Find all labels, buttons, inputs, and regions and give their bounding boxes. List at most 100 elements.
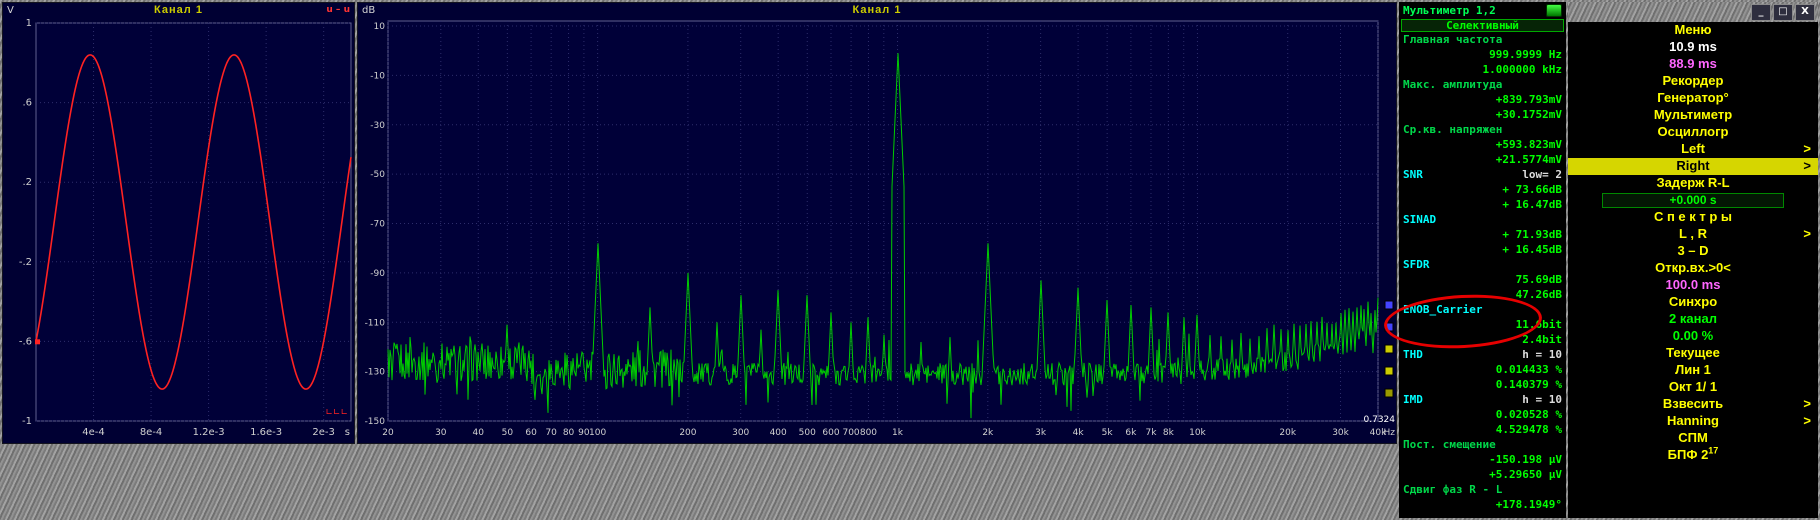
menu-item-16[interactable]: Синхро (1568, 294, 1818, 311)
measurement-row: SINAD (1403, 213, 1437, 226)
svg-text:500: 500 (799, 428, 816, 438)
svg-text:-.2: -.2 (19, 257, 32, 268)
svg-text:-1: -1 (22, 416, 32, 427)
menu-item-15[interactable]: 100.0 ms (1568, 277, 1818, 294)
svg-text:-130: -130 (365, 368, 386, 378)
menu-item-21[interactable]: Окт 1/ 1 (1568, 379, 1818, 396)
menu-item-10[interactable]: +0.000 s (1602, 193, 1784, 208)
svg-text:30: 30 (435, 428, 447, 438)
menu-item-label: 10.9 ms (1669, 39, 1717, 54)
menu-item-2[interactable]: 88.9 ms (1568, 56, 1818, 73)
legend-marker-swatch[interactable] (1384, 300, 1394, 310)
menu-item-label: Задерж R-L (1656, 175, 1730, 190)
menu-item-14[interactable]: Откр.вх.>0< (1568, 260, 1818, 277)
menu-item-8[interactable]: Right > (1568, 158, 1818, 175)
menu-item-label: 0.00 % (1672, 328, 1714, 343)
svg-text:600: 600 (822, 428, 839, 438)
measurement-row: Ср.кв. напряжен (1403, 123, 1503, 136)
measurement-row: SFDR (1403, 258, 1430, 271)
spectrum-plot[interactable]: 10 -10 -30 -50 -70 -90 -110 -130 -15020 30 40 50 60 7… (358, 17, 1396, 443)
svg-text:6k: 6k (1125, 428, 1137, 438)
svg-text:.6: .6 (22, 98, 32, 109)
svg-text:2k: 2k (982, 428, 994, 438)
measurement-label: SNR (1403, 168, 1423, 181)
svg-text:-150: -150 (365, 417, 386, 427)
menu-item-label: 88.9 ms (1669, 56, 1717, 71)
svg-text:2e-3: 2e-3 (312, 427, 335, 438)
measurement-row: THD h = 10 (1399, 348, 1566, 363)
measurement-sublabel: low= 2 (1522, 168, 1562, 181)
menu-item-label: 3 – D (1677, 243, 1709, 258)
menu-item-7[interactable]: Left > (1568, 141, 1818, 158)
svg-text:100: 100 (589, 428, 606, 438)
app-icon (1546, 4, 1562, 17)
measurement-row: 11.6bit (1515, 318, 1562, 331)
multimeter-header[interactable]: Мультиметр 1,2 (1399, 3, 1566, 18)
menu-item-23[interactable]: Hanning > (1568, 413, 1818, 430)
menu-item-25[interactable]: БПФ 217 (1568, 445, 1818, 464)
svg-text:4e-4: 4e-4 (82, 427, 105, 438)
menu-item-22[interactable]: Взвесить > (1568, 396, 1818, 413)
menu-item-label: БПФ 217 (1667, 445, 1719, 462)
menu-titlebar: _ □ X (1568, 2, 1818, 22)
legend-marker-swatch[interactable] (1384, 344, 1394, 354)
minimize-button[interactable]: _ (1751, 3, 1771, 21)
measurement-row: +30.1752mV (1495, 108, 1562, 121)
close-button[interactable]: X (1795, 3, 1815, 21)
menu-item-5[interactable]: Мультиметр (1568, 107, 1818, 124)
menu-item-20[interactable]: Лин 1 (1568, 362, 1818, 379)
selective-mode-button[interactable]: Селективный (1401, 19, 1564, 32)
menu-item-4[interactable]: Генератор° (1568, 90, 1818, 107)
menu-item-label: Рекордер (1662, 73, 1724, 88)
svg-text:5k: 5k (1102, 428, 1114, 438)
svg-text:-90: -90 (370, 269, 385, 279)
measurement-row: +21.5774mV (1495, 153, 1562, 166)
svg-text:60: 60 (525, 428, 537, 438)
maximize-button[interactable]: □ (1773, 3, 1793, 21)
menu-item-19[interactable]: Текущее (1568, 345, 1818, 362)
measurement-row: -150.198 µV (1489, 453, 1562, 466)
menu-item-label: 100.0 ms (1665, 277, 1721, 292)
oscilloscope-titlebar: V Канал 1 u – u (3, 3, 354, 17)
multimeter-title: Мультиметр 1,2 (1403, 4, 1496, 17)
menu-item-6[interactable]: Осциллогр (1568, 124, 1818, 141)
menu-item-3[interactable]: Рекордер (1568, 73, 1818, 90)
svg-text:4k: 4k (1073, 428, 1085, 438)
scope-x-unit-label: s (345, 427, 350, 438)
menu-item-9[interactable]: Задерж R-L (1568, 175, 1818, 192)
menu-item-label: 2 канал (1669, 311, 1717, 326)
menu-panel: _ □ X Меню 10.9 ms 88.9 ms Рекордер Генерато… (1568, 2, 1818, 518)
menu-item-24[interactable]: СПМ (1568, 430, 1818, 447)
chevron-right-icon: > (1803, 396, 1811, 411)
menu-item-12[interactable]: L , R > (1568, 226, 1818, 243)
svg-text:10k: 10k (1189, 428, 1206, 438)
measurement-row: SNR low= 2 (1399, 168, 1566, 183)
trigger-level-marker[interactable] (35, 339, 40, 345)
menu-item-18[interactable]: 0.00 % (1568, 328, 1818, 345)
menu-item-1[interactable]: 10.9 ms (1568, 39, 1818, 56)
menu-item-label: Hanning (1667, 413, 1719, 428)
legend-marker-swatch[interactable] (1384, 322, 1394, 332)
svg-text:7k: 7k (1146, 428, 1158, 438)
scope-y-unit-label: V (7, 4, 14, 16)
legend-marker-swatch[interactable] (1384, 366, 1394, 376)
measurement-row: 1.000000 kHz (1482, 63, 1562, 76)
spectrum-x-unit-label: Hz (1384, 428, 1396, 438)
menu-item-17[interactable]: 2 канал (1568, 311, 1818, 328)
measurement-row: 4.529478 % (1495, 423, 1562, 436)
svg-text:-.6: -.6 (19, 336, 32, 347)
menu-item-11[interactable]: С п е к т р ы (1568, 209, 1818, 226)
svg-text:1.2e-3: 1.2e-3 (193, 427, 225, 438)
menu-item-label: +0.000 s (1669, 193, 1717, 207)
spectrum-y-unit-label: dB (362, 4, 376, 16)
svg-text:80: 80 (563, 428, 575, 438)
measurement-row: + 71.93dB (1502, 228, 1562, 241)
svg-text:1: 1 (26, 18, 32, 29)
scope-plot-area[interactable] (35, 22, 352, 422)
menu-item-13[interactable]: 3 – D (1568, 243, 1818, 260)
svg-text:200: 200 (679, 428, 696, 438)
measurement-row: 2.4bit (1522, 333, 1562, 346)
legend-marker-swatch[interactable] (1384, 388, 1394, 398)
menu-item-0[interactable]: Меню (1568, 22, 1818, 39)
oscilloscope-plot[interactable]: 1 .6 .2 -.2 -.6 -1 4e-4 8e-4 1.2e-3 1.6e-3 2e-3 s ∟∟… (3, 17, 354, 443)
